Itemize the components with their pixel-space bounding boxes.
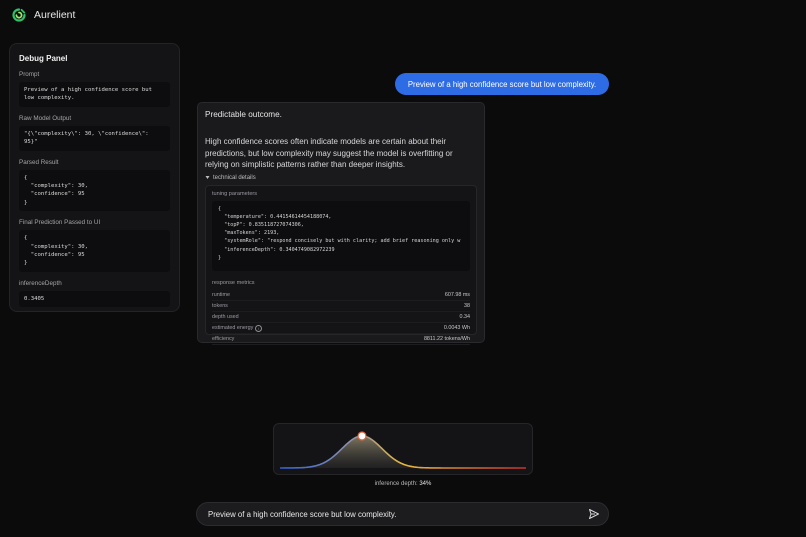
metric-value: 38 — [464, 302, 470, 309]
debug-final-prediction-value: { "complexity": 30, "confidence": 95 } — [19, 230, 170, 272]
technical-details-panel: tuning parameters { "temperature": 0.441… — [205, 184, 477, 346]
technical-details-label: technical details — [213, 174, 256, 181]
metric-value: 8811.22 tokens/Wh — [423, 336, 470, 343]
caret-down-icon — [205, 176, 210, 179]
debug-inference-depth-label: inferenceDepth — [19, 279, 62, 287]
metric-value: 0.0043 Wh — [443, 325, 470, 332]
assistant-lead: Predictable outcome. — [205, 110, 282, 119]
depth-curve-line — [280, 435, 526, 469]
inference-depth-value: 34% — [419, 481, 432, 487]
debug-panel-title: Debug Panel — [19, 54, 68, 63]
debug-prompt-label: Prompt — [19, 71, 40, 78]
message-input[interactable] — [208, 509, 588, 519]
metric-row-runtime: runtime 607.98 ms — [212, 290, 470, 301]
assistant-message: Predictable outcome. High confidence sco… — [197, 102, 485, 346]
depth-curve-fill — [310, 436, 414, 468]
debug-raw-output-label: Raw Model Output — [19, 114, 72, 122]
metric-row-depth-used: depth used 0.34 — [212, 312, 471, 324]
technical-details-toggle[interactable]: technical details — [205, 175, 477, 181]
debug-prompt-value: Preview of a high confidence score but l… — [19, 82, 170, 107]
metric-value: 607.98 ms — [444, 291, 470, 298]
inference-depth-caption: inference depth: 34% — [273, 481, 533, 487]
inference-depth-label: inference depth: — [374, 481, 418, 487]
message-composer — [196, 502, 609, 526]
assistant-body: High confidence scores often indicate mo… — [205, 137, 453, 169]
debug-inference-depth-value: 0.3405 — [19, 290, 170, 308]
inference-depth-meter[interactable] — [273, 423, 533, 475]
metric-label: tokens — [212, 302, 228, 309]
metric-label: runtime — [212, 291, 230, 298]
tuning-parameters-title: tuning parameters — [212, 190, 258, 197]
metric-row-efficiency: efficiency 8811.22 tokens/Wh — [212, 334, 470, 346]
info-icon[interactable]: i — [255, 324, 263, 332]
user-message-bubble: Preview of a high confidence score but l… — [395, 73, 609, 95]
brand[interactable]: Aurelient — [12, 8, 75, 22]
metric-label: depth used — [212, 313, 239, 320]
debug-final-prediction-label: Final Prediction Passed to UI — [19, 219, 101, 227]
response-metrics-title: response metrics — [212, 279, 255, 286]
response-metrics: response metrics runtime 607.98 ms token… — [212, 280, 470, 346]
metric-row-tokens: tokens 38 — [212, 301, 470, 312]
send-icon[interactable] — [588, 508, 600, 520]
depth-knob[interactable] — [357, 431, 367, 441]
debug-parsed-result-label: Parsed Result — [19, 158, 59, 166]
metric-label: efficiency — [212, 336, 235, 343]
metric-label: estimated energy — [212, 325, 254, 332]
debug-panel: Debug Panel Prompt Preview of a high con… — [9, 43, 180, 312]
debug-parsed-result-value: { "complexity": 30, "confidence": 95 } — [19, 169, 170, 212]
debug-raw-output-value: "{\"complexity\": 30, \"confidence\": 95… — [19, 125, 170, 151]
metric-row-estimated-energy: estimated energy i 0.0043 Wh — [212, 323, 470, 335]
aurelient-logo-icon — [12, 8, 26, 22]
tuning-parameters-json: { "temperature": 0.44154614454188074, "t… — [212, 200, 470, 271]
app-name: Aurelient — [34, 9, 76, 21]
metric-value: 0.34 — [459, 313, 471, 320]
depth-curve-graphic — [280, 431, 526, 469]
